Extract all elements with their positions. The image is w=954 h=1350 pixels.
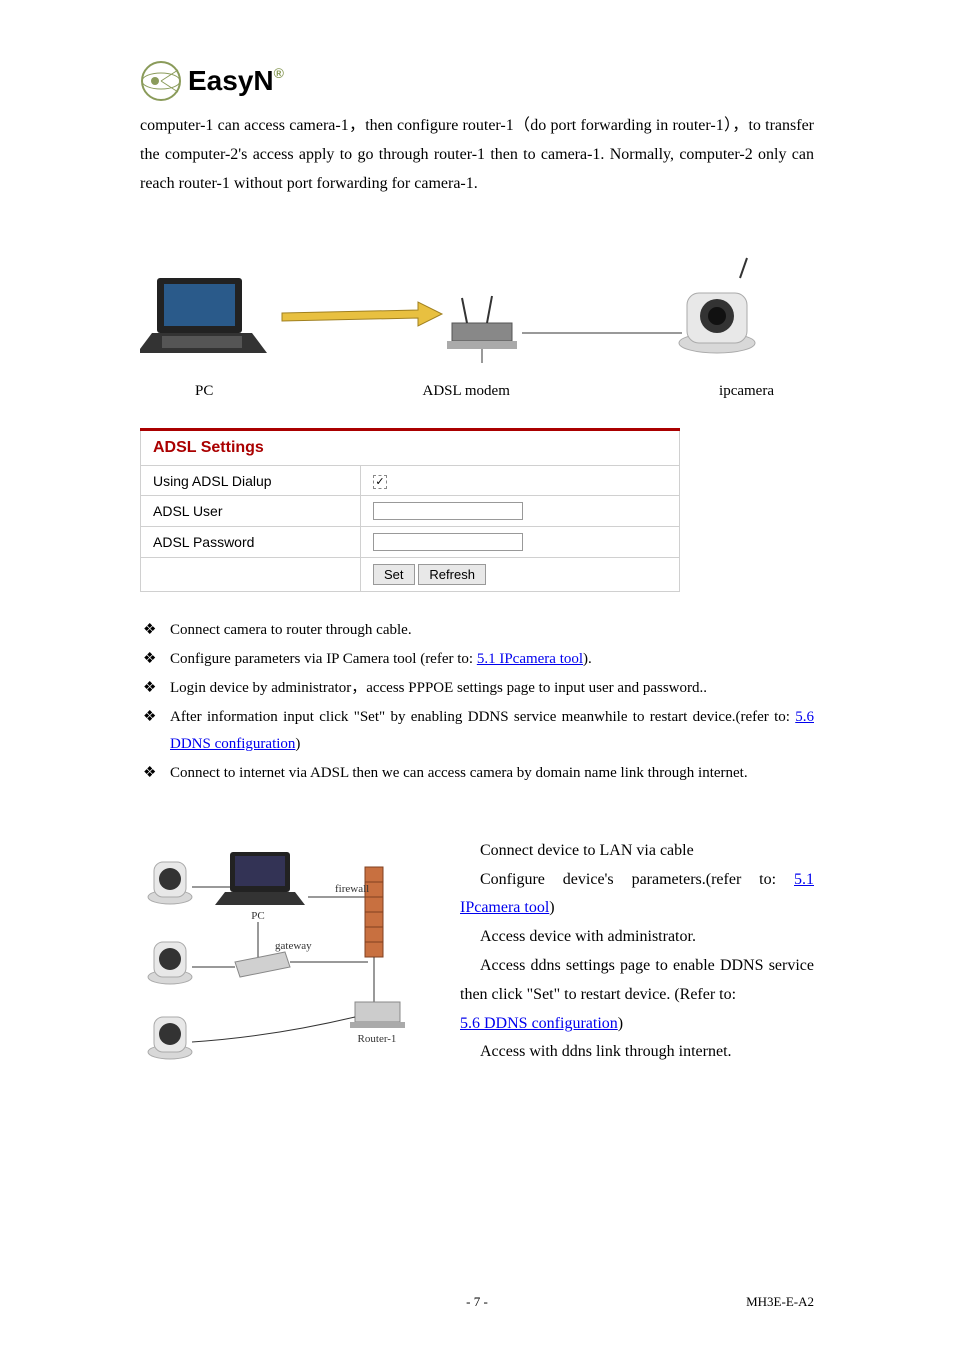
list-item: Connect to internet via ADSL then we can… xyxy=(140,760,814,787)
diagram2-gateway-label: gateway xyxy=(275,940,312,952)
list-item: Login device by administrator，access PPP… xyxy=(140,675,814,702)
right-p5: Access with ddns link through internet. xyxy=(460,1038,814,1067)
diagram-modem-label: ADSL modem xyxy=(423,383,510,400)
diagram-pc-label: PC xyxy=(195,383,213,400)
right-p4-link: 5.6 DDNS configuration) xyxy=(460,1010,814,1039)
page-number: - 7 - xyxy=(466,1294,488,1310)
ddns-config-link-2[interactable]: 5.6 DDNS configuration xyxy=(460,1015,618,1032)
list-item: Configure parameters via IP Camera tool … xyxy=(140,646,814,673)
diagram2-pc-label: PC xyxy=(251,910,264,922)
network-diagram-lan: PC firewall gateway Router-1 xyxy=(140,837,430,1067)
adsl-password-label: ADSL Password xyxy=(141,526,361,557)
adsl-user-input[interactable] xyxy=(373,502,523,520)
right-p2: Configure device's parameters.(refer to:… xyxy=(460,866,814,924)
adsl-dialup-label: Using ADSL Dialup xyxy=(141,466,361,496)
list-item: Connect camera to router through cable. xyxy=(140,617,814,644)
camera-icon xyxy=(148,942,192,984)
connection-diagram-adsl: PC ADSL modem ipcamera xyxy=(140,228,814,408)
logo-icon xyxy=(140,60,182,102)
adsl-table-title: ADSL Settings xyxy=(141,430,680,466)
adsl-password-input[interactable] xyxy=(373,533,523,551)
set-button[interactable]: Set xyxy=(373,564,415,585)
logo: EasyN® xyxy=(140,60,814,102)
right-p1: Connect device to LAN via cable xyxy=(460,837,814,866)
diagram2-firewall-label: firewall xyxy=(335,883,369,895)
adsl-settings-table: ADSL Settings Using ADSL Dialup ✓ ADSL U… xyxy=(140,428,680,592)
ipcamera-tool-link[interactable]: 5.1 IPcamera tool xyxy=(477,651,583,667)
page-footer: - 7 - MH3E-E-A2 xyxy=(140,1294,814,1310)
instructions-list: Connect camera to router through cable. … xyxy=(140,617,814,787)
logo-text: EasyN® xyxy=(188,65,284,97)
camera-icon xyxy=(148,862,192,904)
diagram-camera-label: ipcamera xyxy=(719,383,774,400)
refresh-button[interactable]: Refresh xyxy=(418,564,486,585)
list-item: After information input click "Set" by e… xyxy=(140,704,814,758)
intro-paragraph: computer-1 can access camera-1，then conf… xyxy=(140,112,814,198)
camera-icon xyxy=(148,1017,192,1059)
right-p4: Access ddns settings page to enable DDNS… xyxy=(460,952,814,1010)
diagram2-router-label: Router-1 xyxy=(358,1033,397,1045)
right-p3: Access device with administrator. xyxy=(460,923,814,952)
right-instructions: Connect device to LAN via cable Configur… xyxy=(460,837,814,1067)
doc-reference: MH3E-E-A2 xyxy=(746,1294,814,1310)
adsl-dialup-checkbox[interactable]: ✓ xyxy=(373,475,387,489)
adsl-user-label: ADSL User xyxy=(141,495,361,526)
